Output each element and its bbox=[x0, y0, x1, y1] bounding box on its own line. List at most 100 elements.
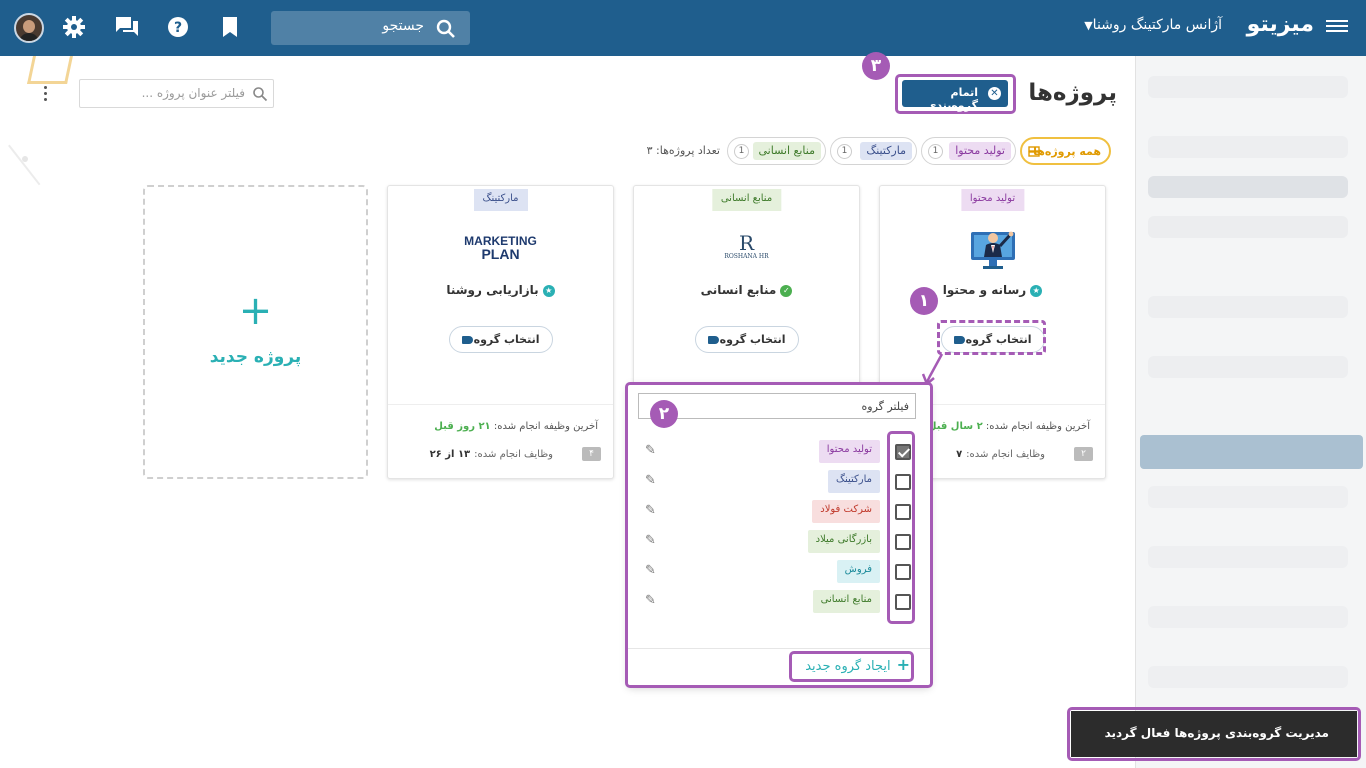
more-menu-icon[interactable] bbox=[44, 86, 48, 104]
sidebar-item[interactable] bbox=[1148, 216, 1348, 238]
chip-count: 1 bbox=[734, 144, 749, 159]
decoration bbox=[0, 144, 41, 202]
search-label: جستجو bbox=[382, 18, 424, 34]
last-task-label: آخرین وظیفه انجام شده: bbox=[985, 421, 1090, 432]
check-icon: ✓ bbox=[780, 284, 793, 297]
highlight-dashed-box bbox=[937, 320, 1046, 355]
last-task-label: آخرین وظیفه انجام شده: bbox=[493, 421, 598, 432]
svg-text:?: ? bbox=[174, 20, 182, 36]
card-category: منابع انسانی bbox=[711, 189, 782, 211]
last-task: آخرین وظیفه انجام شده: ۲ سال قبل bbox=[928, 421, 1090, 432]
select-group-button[interactable]: انتخاب گروه bbox=[448, 326, 553, 353]
presenter-icon bbox=[971, 231, 1015, 269]
star-icon: ★ bbox=[1030, 284, 1043, 297]
chat-icon[interactable] bbox=[115, 16, 139, 38]
project-count: تعداد پروژه‌ها: ۳ bbox=[610, 144, 720, 157]
close-icon: ✕ bbox=[988, 87, 1001, 100]
gear-icon[interactable] bbox=[63, 16, 85, 38]
tasks-done: وظایف انجام شده:۷ bbox=[956, 449, 1045, 460]
new-project-card[interactable]: + پروژه جدید bbox=[143, 185, 368, 479]
end-grouping-label: اتمام گروه‌بندی bbox=[926, 86, 978, 112]
card-title: ✓منابع انسانی bbox=[634, 283, 859, 297]
sidebar-item[interactable] bbox=[1148, 486, 1348, 508]
group-count: ۴ bbox=[582, 447, 601, 461]
agency-selector[interactable]: آژانس مارکتینگ روشنا▼ bbox=[1060, 17, 1222, 33]
tasks-done-value: ۱۳ از ۲۶ bbox=[429, 449, 471, 460]
card-name: منابع انسانی bbox=[700, 283, 777, 297]
card-title: ★بازاریابی روشنا bbox=[388, 283, 613, 297]
top-navbar: میزیتو آژانس مارکتینگ روشنا▼ جستجو ? bbox=[0, 0, 1366, 56]
highlight-box bbox=[887, 431, 915, 624]
chip-label: همه پروژه‌ها bbox=[1033, 145, 1101, 158]
highlight-box bbox=[789, 651, 914, 682]
chip-label: مارکتینگ bbox=[860, 142, 912, 160]
filter-placeholder: فیلتر عنوان پروژه ... bbox=[141, 86, 245, 100]
decoration bbox=[22, 156, 28, 162]
sidebar-item[interactable] bbox=[1148, 356, 1348, 378]
sidebar-item[interactable] bbox=[1148, 666, 1348, 688]
sidebar-item[interactable] bbox=[1148, 76, 1348, 98]
roshana-hr-logo-text: ROSHANA HR bbox=[724, 253, 769, 260]
sidebar-item[interactable] bbox=[1148, 176, 1348, 198]
project-filter-input[interactable]: فیلتر عنوان پروژه ... bbox=[79, 79, 274, 108]
arrow-icon bbox=[922, 353, 944, 386]
card-footer: آخرین وظیفه انجام شده: ۲۱ روز قبل وظایف … bbox=[388, 404, 613, 480]
end-grouping-button[interactable]: ✕ اتمام گروه‌بندی bbox=[902, 80, 1008, 112]
sidebar-item-active[interactable] bbox=[1140, 435, 1363, 469]
card-category: تولید محتوا bbox=[960, 189, 1025, 211]
tasks-done: وظایف انجام شده:۱۳ از ۲۶ bbox=[430, 449, 553, 460]
chip-count: 1 bbox=[928, 144, 943, 159]
help-icon[interactable]: ? bbox=[167, 16, 189, 38]
annotation-badge-1: ۱ bbox=[910, 287, 938, 315]
annotation-badge-2: ۲ bbox=[650, 400, 678, 428]
select-group-button[interactable]: انتخاب گروه bbox=[694, 326, 799, 353]
stack-icon bbox=[1028, 146, 1040, 157]
search-icon bbox=[436, 19, 455, 38]
annotation-badge-3: ۳ bbox=[862, 52, 890, 80]
chip-label: تولید محتوا bbox=[949, 142, 1011, 160]
last-task: آخرین وظیفه انجام شده: ۲۱ روز قبل bbox=[434, 421, 598, 432]
tag-icon bbox=[461, 336, 473, 344]
star-icon: ★ bbox=[542, 284, 555, 297]
count-label: تعداد پروژه‌ها: bbox=[656, 144, 720, 157]
card-category: مارکتینگ bbox=[473, 189, 528, 211]
page-title: پروژه‌ها bbox=[1028, 80, 1117, 106]
sidebar-item[interactable] bbox=[1148, 136, 1348, 158]
sidebar-item[interactable] bbox=[1148, 606, 1348, 628]
sidebar-item[interactable] bbox=[1148, 546, 1348, 568]
logo-line: PLAN bbox=[481, 246, 520, 262]
decoration bbox=[27, 56, 73, 84]
last-task-value: ۲۱ روز قبل bbox=[434, 421, 491, 432]
chip-marketing[interactable]: مارکتینگ 1 bbox=[830, 137, 917, 165]
avatar[interactable] bbox=[14, 13, 44, 43]
roshana-hr-logo: R bbox=[738, 231, 755, 255]
project-card[interactable]: مارکتینگ MARKETING PLAN ★بازاریابی روشنا … bbox=[387, 185, 614, 479]
chip-count: 1 bbox=[837, 144, 852, 159]
menu-icon[interactable] bbox=[1326, 17, 1348, 37]
card-name: رسانه و محتوا bbox=[942, 283, 1027, 297]
bookmark-icon[interactable] bbox=[221, 16, 239, 38]
search-icon bbox=[253, 87, 268, 102]
tasks-done-label: وظایف انجام شده: bbox=[966, 449, 1045, 460]
last-task-value: ۲ سال قبل bbox=[927, 421, 983, 432]
highlight-box bbox=[1067, 707, 1361, 761]
sidebar bbox=[1135, 56, 1366, 768]
chip-content-production[interactable]: تولید محتوا 1 bbox=[921, 137, 1016, 165]
chip-all-projects[interactable]: همه پروژه‌ها bbox=[1020, 137, 1111, 165]
search-box[interactable]: جستجو bbox=[271, 11, 470, 45]
app-logo[interactable]: میزیتو bbox=[1236, 12, 1314, 37]
count-value: ۳ bbox=[646, 144, 653, 157]
tag-icon bbox=[707, 336, 719, 344]
agency-name: آژانس مارکتینگ روشنا bbox=[1092, 17, 1222, 33]
chip-label: منابع انسانی bbox=[752, 142, 821, 160]
tasks-done-value: ۷ bbox=[956, 449, 963, 460]
group-count: ۲ bbox=[1074, 447, 1093, 461]
select-group-label: انتخاب گروه bbox=[473, 333, 540, 346]
tasks-done-label: وظایف انجام شده: bbox=[474, 449, 553, 460]
sidebar-item[interactable] bbox=[1148, 296, 1348, 318]
new-project-label: پروژه جدید bbox=[209, 347, 302, 367]
marketing-plan-logo: MARKETING PLAN bbox=[388, 235, 613, 262]
chip-human-resources[interactable]: منابع انسانی 1 bbox=[727, 137, 826, 165]
select-group-label: انتخاب گروه bbox=[719, 333, 786, 346]
plus-icon: + bbox=[238, 288, 273, 334]
